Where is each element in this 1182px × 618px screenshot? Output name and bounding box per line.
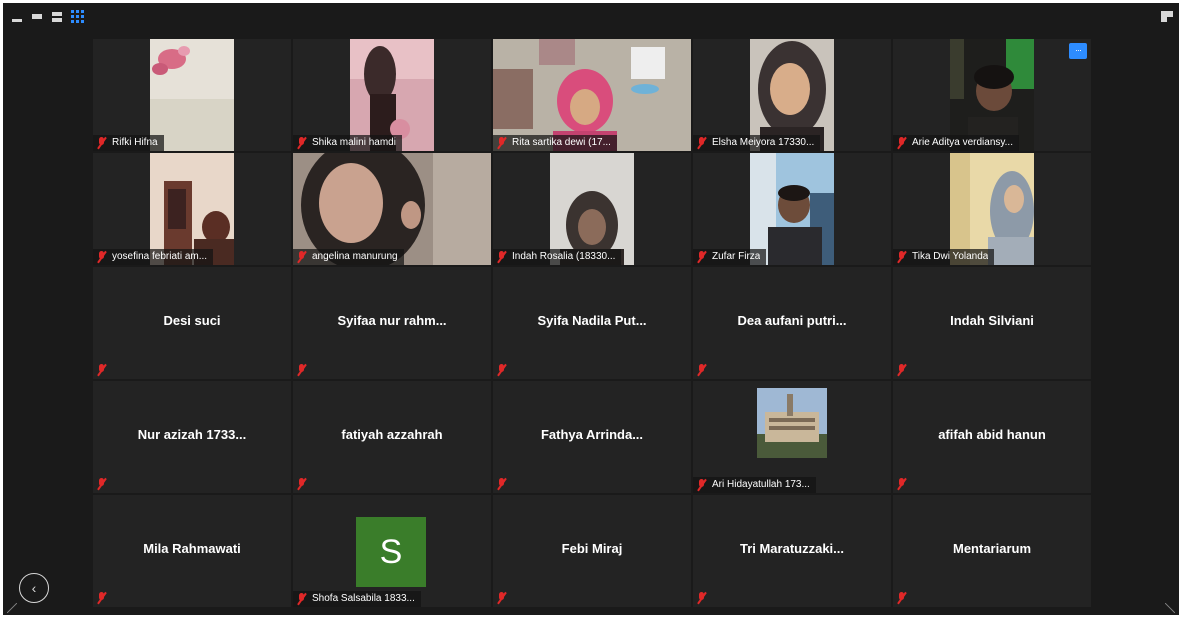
participant-tile[interactable]: Syifa Nadila Put... (493, 267, 691, 379)
participant-tile[interactable]: Ari Hidayatullah 173... (693, 381, 891, 493)
avatar: S (356, 517, 426, 587)
participant-tile[interactable]: Tri Maratuzzaki... (693, 495, 891, 607)
gallery-grid: Rifki Hifna Shika malini hamdi Rita sart… (93, 39, 1093, 609)
participant-tile[interactable]: Mentariarum (893, 495, 1091, 607)
muted-mic-icon (697, 137, 706, 149)
muted-mic-icon (697, 592, 706, 604)
participant-name-label: Shika malini hamdi (293, 135, 402, 151)
exit-fullscreen-icon[interactable] (1161, 11, 1173, 22)
muted-mic-icon (297, 251, 306, 263)
participant-name-label: Zufar Firza (693, 249, 767, 265)
thumbnail-view-icon[interactable] (31, 11, 43, 23)
participant-name-label: Tika Dwi Yolanda (893, 249, 995, 265)
muted-mic-icon (297, 593, 306, 605)
muted-mic-icon (697, 251, 706, 263)
participant-tile[interactable]: Mila Rahmawati (93, 495, 291, 607)
muted-mic-icon (897, 137, 906, 149)
more-options-button[interactable]: ··· (1069, 43, 1087, 59)
participant-name: Febi Miraj (561, 541, 623, 556)
muted-mic-icon (897, 592, 906, 604)
muted-mic-icon (897, 478, 906, 490)
profile-picture (757, 388, 827, 458)
participant-name: Nur azizah 1733... (137, 427, 247, 442)
participant-tile[interactable]: Nur azizah 1733... (93, 381, 291, 493)
muted-mic-icon (897, 251, 906, 263)
participant-tile[interactable]: angelina manurung (293, 153, 491, 265)
previous-page-button[interactable]: ‹ (19, 573, 49, 603)
participant-tile[interactable]: Syifaa nur rahm... (293, 267, 491, 379)
muted-mic-icon (497, 478, 506, 490)
participant-name-label: Arie Aditya verdiansy... (893, 135, 1019, 151)
participant-tile[interactable]: Indah Silviani (893, 267, 1091, 379)
participant-tile[interactable]: Fathya Arrinda... (493, 381, 691, 493)
muted-mic-icon (97, 251, 106, 263)
muted-mic-icon (897, 364, 906, 376)
participant-name-label: angelina manurung (293, 249, 404, 265)
muted-mic-icon (97, 364, 106, 376)
muted-mic-icon (97, 137, 106, 149)
muted-mic-icon (297, 364, 306, 376)
participant-name: fatiyah azzahrah (341, 427, 443, 442)
participant-tile[interactable]: Zufar Firza (693, 153, 891, 265)
muted-mic-icon (297, 478, 306, 490)
participant-tile[interactable]: Tika Dwi Yolanda (893, 153, 1091, 265)
participant-tile[interactable]: Indah Rosalia (18330... (493, 153, 691, 265)
muted-mic-icon (497, 251, 506, 263)
participant-tile[interactable]: yosefina febriati am... (93, 153, 291, 265)
participant-tile[interactable]: Desi suci (93, 267, 291, 379)
participant-name: Mentariarum (952, 541, 1032, 556)
participant-name: afifah abid hanun (938, 427, 1046, 442)
participant-tile[interactable]: Rita sartika dewi (17... (493, 39, 691, 151)
participant-tile[interactable]: Rifki Hifna (93, 39, 291, 151)
muted-mic-icon (697, 364, 706, 376)
participant-name-label: Elsha Meiyora 17330... (693, 135, 821, 151)
participant-name: Tri Maratuzzaki... (739, 541, 845, 556)
participant-tile[interactable]: Shika malini hamdi (293, 39, 491, 151)
participant-name: Fathya Arrinda... (540, 427, 644, 442)
gallery-view-icon[interactable] (71, 10, 84, 23)
muted-mic-icon (297, 137, 306, 149)
minimize-icon[interactable] (11, 11, 23, 23)
meeting-window: Rifki Hifna Shika malini hamdi Rita sart… (3, 3, 1179, 615)
participant-tile[interactable]: Dea aufani putri... (693, 267, 891, 379)
participant-name: Dea aufani putri... (737, 313, 847, 328)
participant-name-label: yosefina febriati am... (93, 249, 214, 265)
participant-tile[interactable]: ··· Arie Aditya verdiansy... (893, 39, 1091, 151)
muted-mic-icon (97, 592, 106, 604)
participant-name-label: Rifki Hifna (93, 135, 164, 151)
muted-mic-icon (97, 478, 106, 490)
participant-name: Syifa Nadila Put... (537, 313, 647, 328)
participant-name: Mila Rahmawati (143, 541, 241, 556)
muted-mic-icon (497, 592, 506, 604)
participant-tile[interactable]: fatiyah azzahrah (293, 381, 491, 493)
participant-tile[interactable]: afifah abid hanun (893, 381, 1091, 493)
participant-tile[interactable]: Febi Miraj (493, 495, 691, 607)
participant-tile[interactable]: Elsha Meiyora 17330... (693, 39, 891, 151)
participant-tile[interactable]: S Shofa Salsabila 1833... (293, 495, 491, 607)
resize-handle-icon[interactable] (7, 603, 17, 613)
participant-name: Desi suci (163, 313, 221, 328)
participant-name: Indah Silviani (950, 313, 1034, 328)
participant-name-label: Indah Rosalia (18330... (493, 249, 622, 265)
view-toolbar (3, 3, 1179, 33)
participant-name: Syifaa nur rahm... (337, 313, 447, 328)
participant-name-label: Rita sartika dewi (17... (493, 135, 617, 151)
participant-name-label: Shofa Salsabila 1833... (293, 591, 421, 607)
muted-mic-icon (697, 479, 706, 491)
speaker-view-icon[interactable] (51, 11, 63, 23)
muted-mic-icon (497, 137, 506, 149)
resize-handle-icon[interactable] (1165, 603, 1175, 613)
participant-name-label: Ari Hidayatullah 173... (693, 477, 816, 493)
chevron-left-icon: ‹ (31, 580, 37, 596)
muted-mic-icon (497, 364, 506, 376)
